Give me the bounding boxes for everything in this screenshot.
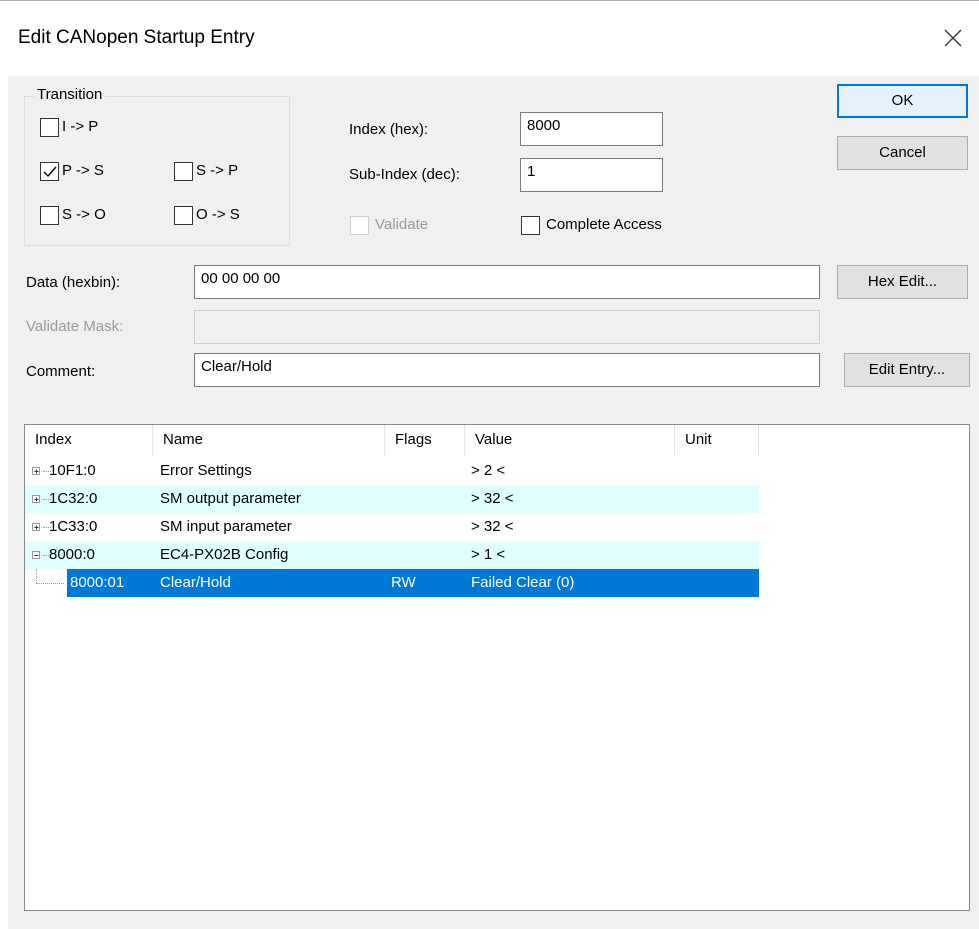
cell-name: SM output parameter <box>160 490 301 507</box>
checkbox-box[interactable] <box>521 216 540 235</box>
comment-label: Comment: <box>26 363 96 380</box>
object-list[interactable]: Index Name Flags Value Unit 10F1:0 Error… <box>24 424 970 911</box>
cancel-button[interactable]: Cancel <box>837 136 968 170</box>
complete-access-label: Complete Access <box>546 216 662 233</box>
expand-plus-icon[interactable] <box>32 467 40 475</box>
table-row[interactable]: 1C33:0 SM input parameter > 32 < <box>25 513 759 541</box>
cell-flags: RW <box>391 574 416 591</box>
column-header-value[interactable]: Value <box>465 425 675 455</box>
checkbox-label: O -> S <box>196 206 240 223</box>
validate-label: Validate <box>375 216 429 233</box>
tree-connector <box>36 569 38 583</box>
cell-value: Failed Clear (0) <box>471 574 575 591</box>
index-label: Index (hex): <box>349 121 429 138</box>
tree-connector <box>36 583 64 585</box>
cell-value: > 32 < <box>471 490 514 507</box>
collapse-minus-icon[interactable] <box>32 551 40 559</box>
checkbox-box <box>350 216 369 235</box>
cell-value: > 32 < <box>471 518 514 535</box>
checkbox-box[interactable] <box>40 162 59 181</box>
data-label: Data (hexbin): <box>26 274 121 291</box>
expand-plus-icon[interactable] <box>32 523 40 531</box>
checkbox-box[interactable] <box>174 206 193 225</box>
cell-index: 8000:0 <box>49 546 95 563</box>
close-icon[interactable] <box>940 25 966 51</box>
checkmark-icon <box>43 166 57 178</box>
checkbox-box[interactable] <box>40 118 59 137</box>
cell-name: Clear/Hold <box>160 574 231 591</box>
table-row-selected[interactable]: 8000:01 Clear/Hold RW Failed Clear (0) <box>25 569 759 597</box>
hex-edit-button[interactable]: Hex Edit... <box>837 265 968 299</box>
cell-index: 1C32:0 <box>49 490 98 507</box>
column-header-unit[interactable]: Unit <box>675 425 759 455</box>
checkbox-label: I -> P <box>62 118 99 135</box>
column-header-name[interactable]: Name <box>153 425 385 455</box>
subindex-label: Sub-Index (dec): <box>349 166 460 183</box>
subindex-input[interactable]: 1 <box>520 158 663 192</box>
cell-value: > 2 < <box>471 462 506 479</box>
edit-entry-button[interactable]: Edit Entry... <box>844 353 970 387</box>
column-header-flags[interactable]: Flags <box>385 425 465 455</box>
checkbox-label: S -> O <box>62 206 106 223</box>
validate-mask-label: Validate Mask: <box>26 318 124 335</box>
validate-mask-input <box>194 310 820 344</box>
title-bar: Edit CANopen Startup Entry <box>0 0 979 76</box>
cell-name: SM input parameter <box>160 518 292 535</box>
checkbox-label: S -> P <box>196 162 239 179</box>
table-row[interactable]: 1C32:0 SM output parameter > 32 < <box>25 485 759 513</box>
transition-group-label: Transition <box>34 86 106 103</box>
cell-name: Error Settings <box>160 462 252 479</box>
cell-index: 8000:01 <box>70 574 125 591</box>
ok-button[interactable]: OK <box>837 84 968 118</box>
table-row[interactable]: 8000:0 EC4-PX02B Config > 1 < <box>25 541 759 569</box>
cell-index: 10F1:0 <box>49 462 96 479</box>
checkbox-box[interactable] <box>40 206 59 225</box>
data-input[interactable]: 00 00 00 00 <box>194 265 820 299</box>
cell-value: > 1 < <box>471 546 506 563</box>
index-input[interactable]: 8000 <box>520 112 663 146</box>
cell-name: EC4-PX02B Config <box>160 546 289 563</box>
dialog-title: Edit CANopen Startup Entry <box>18 27 255 48</box>
table-row[interactable]: 10F1:0 Error Settings > 2 < <box>25 457 759 485</box>
checkbox-box[interactable] <box>174 162 193 181</box>
cell-index: 1C33:0 <box>49 518 98 535</box>
comment-input[interactable]: Clear/Hold <box>194 353 820 387</box>
expand-plus-icon[interactable] <box>32 495 40 503</box>
selection-highlight: 8000:01 Clear/Hold RW Failed Clear (0) <box>67 569 759 597</box>
checkbox-label: P -> S <box>62 162 104 179</box>
column-header-index[interactable]: Index <box>25 425 153 455</box>
